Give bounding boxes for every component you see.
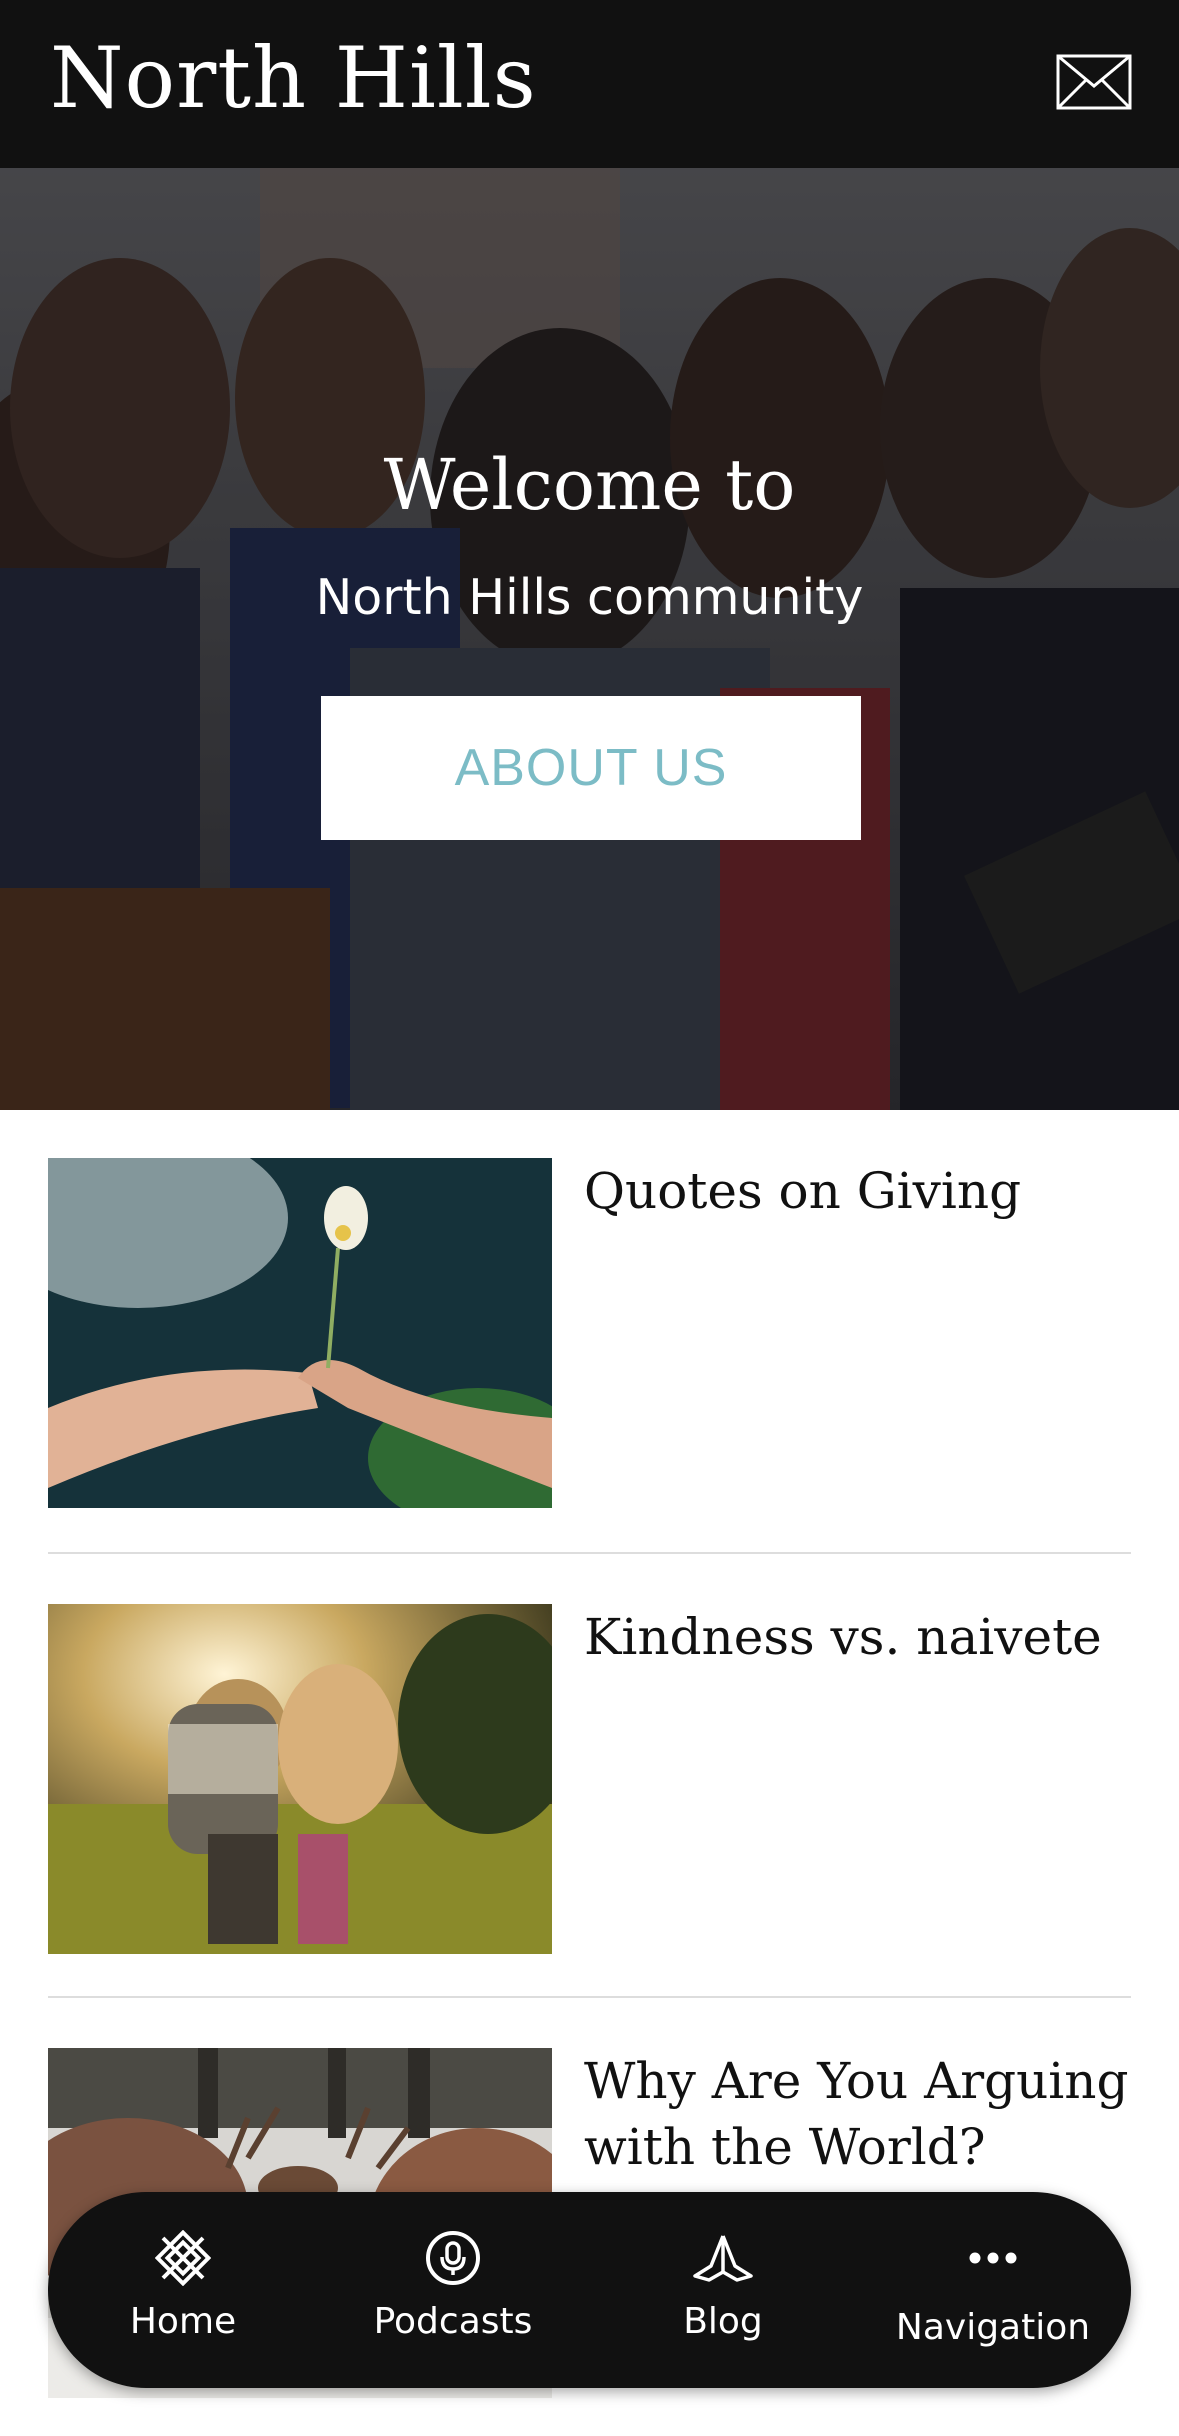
hero-heading: Welcome to — [383, 444, 796, 526]
app-header: North Hills — [0, 0, 1179, 168]
post-thumbnail-children[interactable] — [48, 1604, 552, 1954]
home-knot-icon — [48, 2228, 318, 2288]
mail-icon[interactable] — [1056, 54, 1132, 110]
more-dots-icon — [858, 2228, 1128, 2288]
nav-item-home[interactable]: Home — [48, 2192, 318, 2388]
divider — [48, 1552, 1131, 1554]
nav-item-podcasts[interactable]: Podcasts — [318, 2192, 588, 2388]
nav-label-home: Home — [129, 2301, 237, 2342]
about-us-button[interactable]: ABOUT US — [321, 696, 861, 840]
bottom-navigation-bar: Home Podcasts Blog Navigation — [48, 2192, 1131, 2388]
hero-background-image — [0, 168, 1179, 1110]
site-title: North Hills — [50, 29, 537, 127]
nav-label-blog: Blog — [683, 2301, 763, 2342]
post-title[interactable]: Quotes on Giving — [584, 1158, 1134, 1224]
praying-hands-icon — [588, 2228, 858, 2288]
list-item[interactable]: Kindness vs. naivete — [48, 1604, 1131, 1964]
post-thumbnail-flower[interactable] — [48, 1158, 552, 1508]
nav-item-navigation[interactable]: Navigation — [858, 2192, 1128, 2388]
post-title[interactable]: Kindness vs. naivete — [584, 1604, 1134, 1670]
hero-banner: Welcome to North Hills community ABOUT U… — [0, 168, 1179, 1110]
nav-item-blog[interactable]: Blog — [588, 2192, 858, 2388]
nav-label-navigation: Navigation — [895, 2307, 1091, 2348]
post-title[interactable]: Why Are You Arguing with the World? — [584, 2048, 1134, 2180]
divider — [48, 1996, 1131, 1998]
nav-label-podcasts: Podcasts — [373, 2301, 533, 2342]
hero-subheading: North Hills community — [315, 569, 864, 626]
list-item[interactable]: Quotes on Giving — [48, 1158, 1131, 1518]
microphone-icon — [318, 2228, 588, 2288]
